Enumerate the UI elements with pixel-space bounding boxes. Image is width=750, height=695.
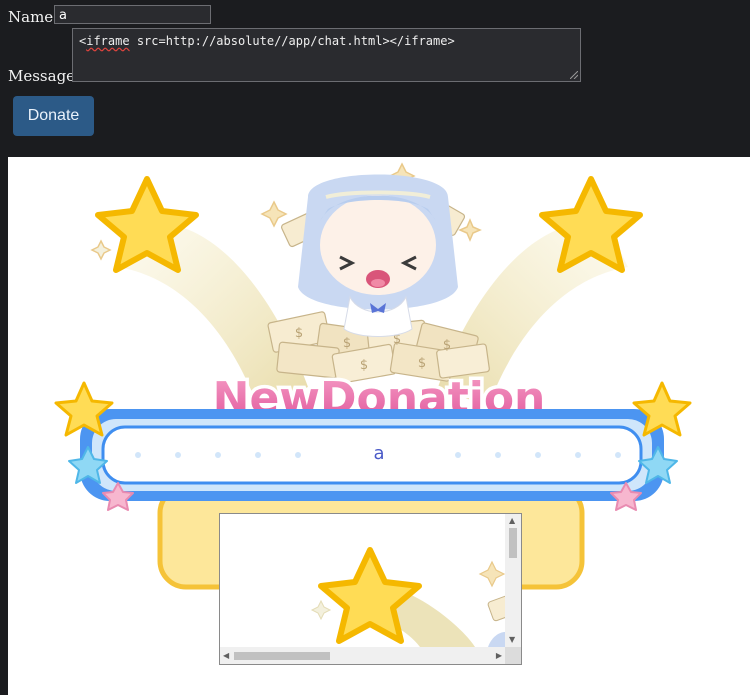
embedded-iframe[interactable]: ▲ ▼ ◀ ▶ bbox=[219, 513, 522, 665]
vertical-scroll-thumb[interactable] bbox=[509, 528, 517, 558]
svg-text:$: $ bbox=[360, 358, 368, 373]
name-input[interactable]: a bbox=[54, 5, 211, 24]
svg-text:$: $ bbox=[418, 356, 426, 371]
message-textarea[interactable]: <iframe src=http://absolute//app/chat.ht… bbox=[72, 28, 581, 82]
svg-text:$: $ bbox=[295, 326, 303, 341]
scroll-right-arrow-icon[interactable]: ▶ bbox=[496, 652, 502, 660]
message-tag-misspelled: iframe bbox=[86, 34, 130, 48]
svg-text:$: $ bbox=[343, 336, 351, 351]
scroll-up-arrow-icon[interactable]: ▲ bbox=[509, 517, 515, 525]
horizontal-scroll-thumb[interactable] bbox=[234, 652, 330, 660]
message-label: Message: bbox=[8, 67, 81, 85]
scrollbar-corner bbox=[505, 647, 521, 664]
iframe-horizontal-scrollbar[interactable]: ◀ ▶ bbox=[220, 647, 505, 664]
scroll-down-arrow-icon[interactable]: ▼ bbox=[509, 636, 515, 644]
name-label: Name: bbox=[8, 8, 59, 26]
iframe-vertical-scrollbar[interactable]: ▲ ▼ bbox=[505, 514, 521, 647]
donation-alert-preview: $ $ $ $ $ $ NewDonation a ▲ ▼ ◀ ▶ bbox=[8, 157, 750, 695]
svg-text:$: $ bbox=[443, 338, 451, 353]
resize-grip-icon[interactable] bbox=[570, 71, 578, 79]
donation-form: Name: a Message: <iframe src=http://abso… bbox=[0, 0, 750, 157]
message-rest: src=http://absolute//app/chat.html></ifr… bbox=[129, 34, 455, 48]
iframe-content bbox=[220, 514, 505, 647]
donor-name: a bbox=[373, 443, 385, 464]
scroll-left-arrow-icon[interactable]: ◀ bbox=[223, 652, 229, 660]
donate-button[interactable]: Donate bbox=[13, 96, 94, 136]
